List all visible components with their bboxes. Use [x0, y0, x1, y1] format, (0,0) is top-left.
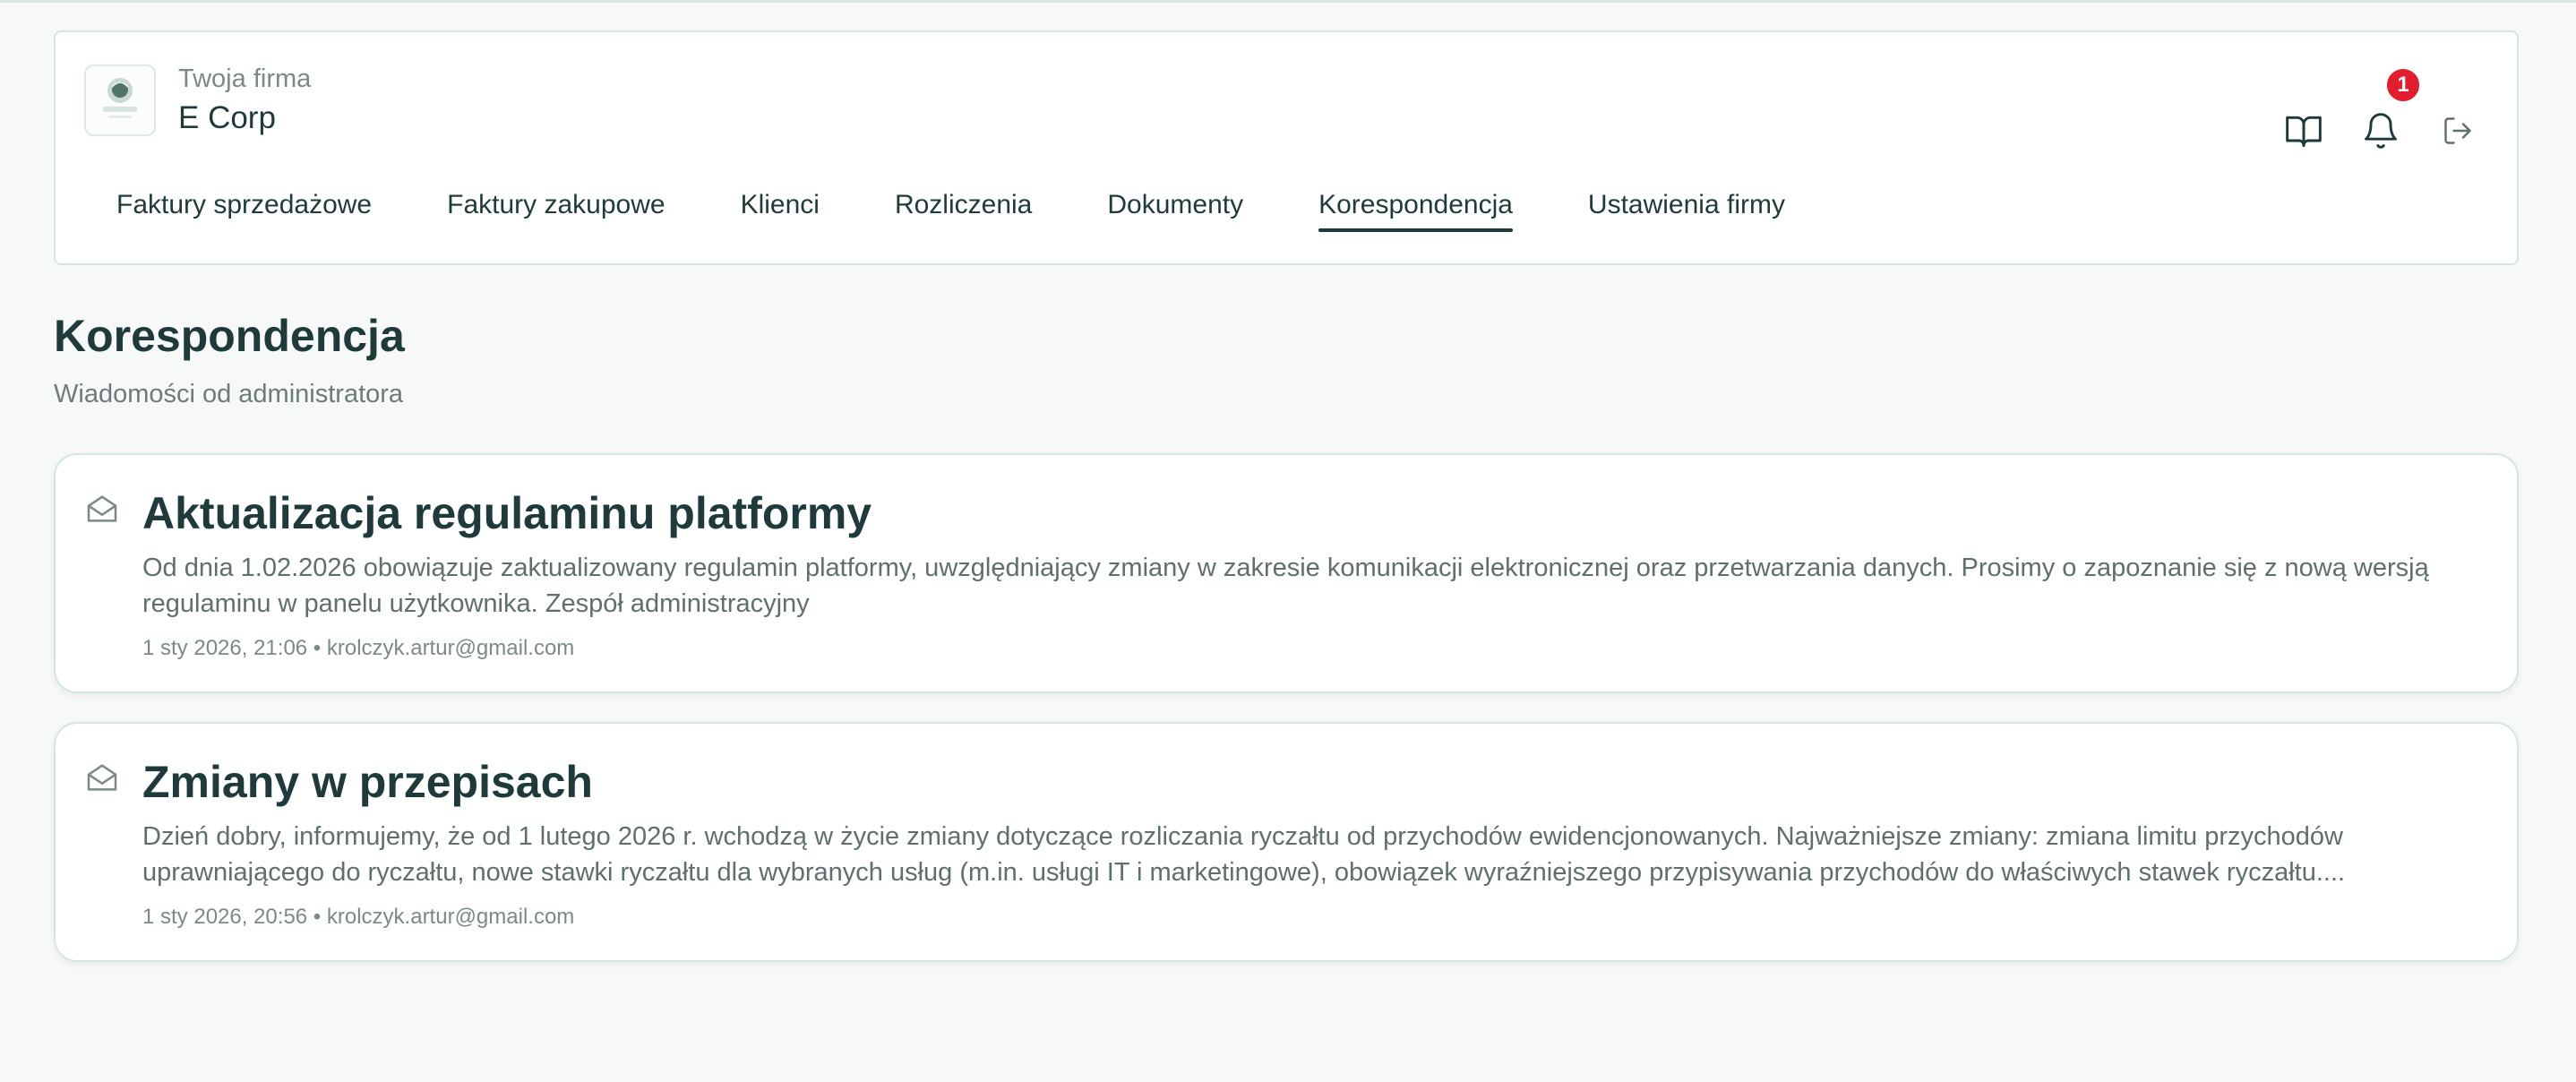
envelope-open-icon: [84, 760, 120, 795]
message-card[interactable]: Zmiany w przepisach Dzień dobry, informu…: [54, 722, 2519, 962]
book-open-icon[interactable]: [2284, 111, 2323, 150]
page-title: Korespondencja: [54, 311, 405, 361]
tab-faktury-zakupowe[interactable]: Faktury zakupowe: [447, 186, 665, 240]
envelope-open-icon: [84, 491, 120, 527]
tab-dokumenty[interactable]: Dokumenty: [1107, 186, 1243, 240]
tab-ustawienia-firmy[interactable]: Ustawienia firmy: [1588, 186, 1785, 240]
tab-korespondencja[interactable]: Korespondencja: [1318, 186, 1513, 240]
message-preview: Od dnia 1.02.2026 obowiązuje zaktualizow…: [142, 554, 2429, 618]
page-subtitle: Wiadomości od administratora: [54, 380, 404, 408]
company-name[interactable]: E Corp: [178, 100, 276, 136]
company-label: Twoja firma: [178, 64, 312, 93]
message-preview: Dzień dobry, informujemy, że od 1 lutego…: [142, 822, 2346, 887]
bell-icon[interactable]: [2361, 111, 2400, 150]
message-meta: 1 sty 2026, 20:56 • krolczyk.artur@gmail…: [142, 905, 575, 929]
top-divider: [0, 0, 2576, 3]
tab-faktury-sprzedazowe[interactable]: Faktury sprzedażowe: [116, 186, 372, 240]
company-logo[interactable]: [84, 64, 156, 136]
message-meta: 1 sty 2026, 21:06 • krolczyk.artur@gmail…: [142, 636, 575, 660]
message-card[interactable]: Aktualizacja regulaminu platformy Od dni…: [54, 453, 2519, 693]
message-title[interactable]: Aktualizacja regulaminu platformy: [142, 487, 872, 539]
message-title[interactable]: Zmiany w przepisach: [142, 756, 593, 808]
tab-klienci[interactable]: Klienci: [741, 186, 820, 240]
main-nav: Faktury sprzedażowe Faktury zakupowe Kli…: [116, 186, 1860, 240]
logout-icon[interactable]: [2442, 115, 2474, 147]
tab-rozliczenia[interactable]: Rozliczenia: [895, 186, 1032, 240]
logo-emblem-icon: [103, 78, 137, 118]
company-header: Twoja firma E Corp Faktury sprzedażowe F…: [54, 30, 2519, 265]
notification-badge[interactable]: 1: [2384, 66, 2422, 104]
